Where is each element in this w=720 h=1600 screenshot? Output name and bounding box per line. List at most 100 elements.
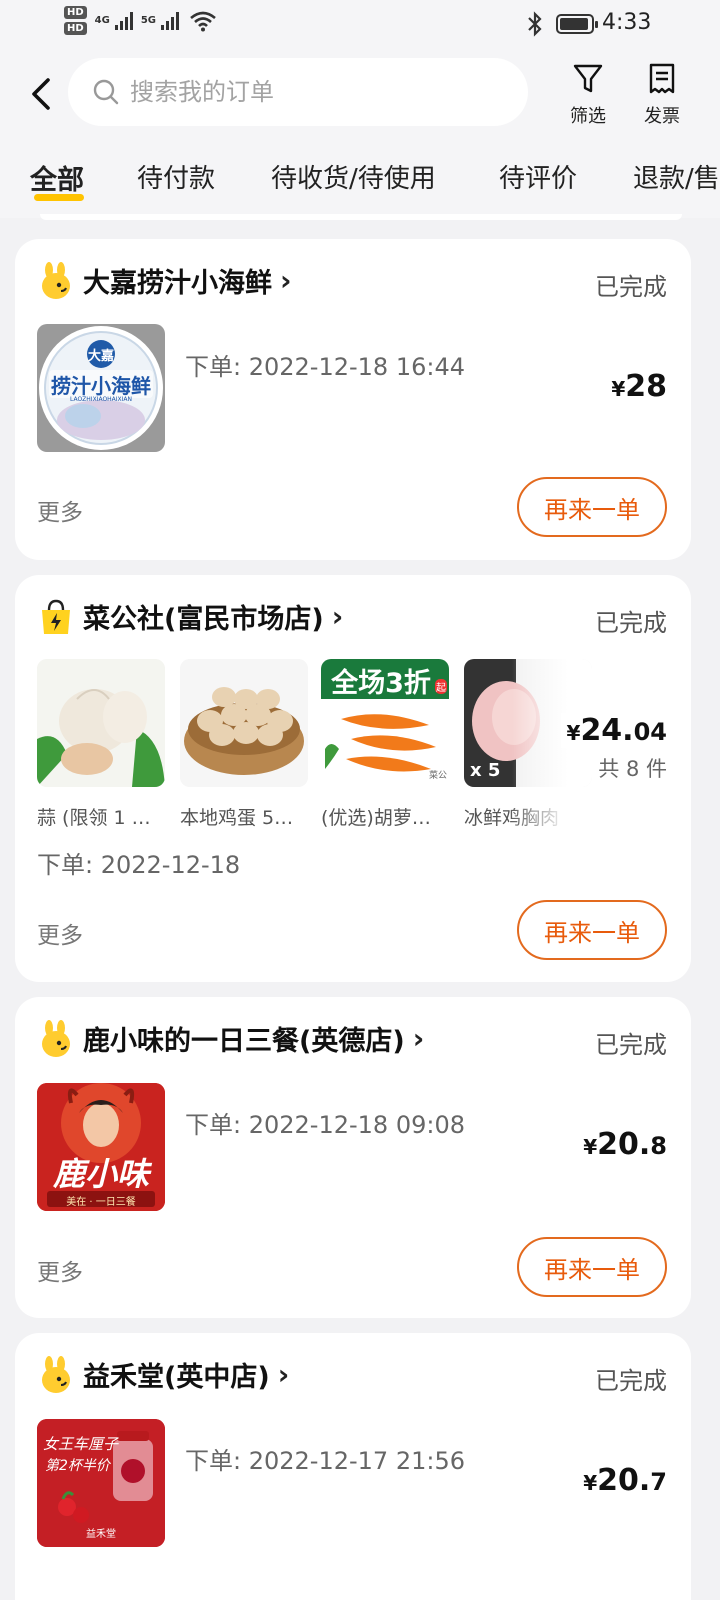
price-integer: 20. xyxy=(597,1127,651,1162)
reorder-button[interactable]: 再来一单 xyxy=(517,900,667,960)
promo-banner-small: 起 xyxy=(435,679,447,694)
order-price: ¥20.8 xyxy=(583,1127,667,1162)
promo-tag: 菜公 xyxy=(428,771,447,781)
product-name: 蒜 (限领 1 … xyxy=(37,807,151,829)
tabs-divider xyxy=(40,214,682,220)
order-time: 下单: 2022-12-17 21:56 xyxy=(185,1447,465,1475)
chevron-right-icon: › xyxy=(412,1022,425,1055)
hd-badge: HD xyxy=(64,6,87,19)
shopping-bag-icon xyxy=(42,599,70,634)
product-image-carrot: 全场3折 起 菜公 xyxy=(321,659,449,787)
more-link[interactable]: 更多 xyxy=(37,916,83,950)
search-bar[interactable] xyxy=(68,58,528,126)
shop-logo-image: 鹿小味 美在 · 一日三餐 xyxy=(37,1083,165,1211)
logo-text-sub: LAOZHIXIAOHAIXIAN xyxy=(69,396,133,403)
product-name: (优选)胡萝… xyxy=(321,807,431,829)
price-decimal: 8 xyxy=(650,1132,667,1160)
shop-link[interactable]: 菜公社(富民市场店) › xyxy=(37,597,343,636)
meituan-kangaroo-icon xyxy=(42,1355,70,1393)
order-time: 下单: 2022-12-18 09:08 xyxy=(185,1111,465,1139)
more-link[interactable]: 更多 xyxy=(37,493,83,527)
filter-button[interactable]: 筛选 xyxy=(558,62,618,127)
tab-pending-receipt[interactable]: 待收货/待使用 xyxy=(271,158,436,195)
chevron-right-icon: › xyxy=(280,264,292,297)
logo-text-main: 捞汁小海鲜 xyxy=(51,374,151,398)
order-status: 已完成 xyxy=(595,273,667,301)
price-currency: ¥ xyxy=(566,721,581,745)
shop-name: 菜公社(富民市场店) xyxy=(83,604,324,635)
filter-label: 筛选 xyxy=(570,106,606,127)
price-integer: 24. xyxy=(580,713,634,748)
product-image-garlic xyxy=(37,659,165,787)
order-price: ¥28 xyxy=(611,369,667,404)
wifi-icon xyxy=(190,11,216,31)
tab-refund[interactable]: 退款/售后 xyxy=(633,158,720,195)
order-card[interactable]: 益禾堂(英中店) › 已完成 女王车厘子 第2杯半价 益禾堂 下单: 2022-… xyxy=(15,1333,691,1600)
order-price: ¥24.04 xyxy=(560,713,667,748)
tab-pending-review[interactable]: 待评价 xyxy=(499,158,577,195)
order-time: 下单: 2022-12-18 xyxy=(37,851,241,879)
logo-text-main: 鹿小味 xyxy=(52,1155,149,1193)
order-card[interactable]: 鹿小味的一日三餐(英德店) › 已完成 鹿小味 美在 · 一日三餐 下单: 20… xyxy=(15,997,691,1318)
signal-icon xyxy=(114,11,133,30)
price-currency: ¥ xyxy=(583,1471,598,1495)
battery-icon xyxy=(556,14,598,34)
invoice-label: 发票 xyxy=(644,106,680,127)
shop-link[interactable]: 大嘉捞汁小海鲜 › xyxy=(37,261,292,300)
shop-logo-image: 女王车厘子 第2杯半价 益禾堂 xyxy=(37,1419,165,1547)
product-item[interactable]: 本地鸡蛋 5… xyxy=(180,659,308,830)
item-count: 共 8 件 xyxy=(598,757,667,781)
price-integer: 20. xyxy=(597,1463,651,1498)
price-currency: ¥ xyxy=(583,1135,598,1159)
tab-all[interactable]: 全部 xyxy=(30,158,84,197)
product-item[interactable]: 全场3折 起 菜公 (优选)胡萝… xyxy=(321,659,449,830)
filter-icon xyxy=(573,64,603,93)
logo-text-sub: 第2杯半价 xyxy=(45,1458,110,1474)
status-bar: HD HD 4G 5G 4:33 xyxy=(0,0,720,48)
meituan-kangaroo-icon xyxy=(42,1019,70,1057)
shop-name: 鹿小味的一日三餐(英德店) xyxy=(83,1026,405,1057)
product-name: 冰鲜鸡胸肉 xyxy=(464,807,560,829)
logo-text-top: 大嘉 xyxy=(87,349,114,364)
hd-badge: HD xyxy=(64,22,87,35)
clock: 4:33 xyxy=(602,10,652,35)
shop-name: 益禾堂(英中店) xyxy=(83,1362,270,1393)
shop-logo-image: 大嘉 捞汁小海鲜 LAOZHIXIAOHAIXIAN xyxy=(37,324,165,452)
shop-link[interactable]: 鹿小味的一日三餐(英德店) › xyxy=(37,1019,424,1058)
product-image-eggs xyxy=(180,659,308,787)
order-status: 已完成 xyxy=(595,1031,667,1059)
order-card[interactable]: 菜公社(富民市场店) › 已完成 蒜 (限领 1 … 本地鸡蛋 5… 全场3折 … xyxy=(15,575,691,982)
meituan-kangaroo-icon xyxy=(42,261,70,299)
signal-icon xyxy=(161,11,180,30)
search-input[interactable] xyxy=(130,78,510,106)
tab-pending-payment[interactable]: 待付款 xyxy=(137,158,215,195)
invoice-button[interactable]: 发票 xyxy=(632,62,692,127)
header: 筛选 发票 xyxy=(0,48,720,138)
price-decimal: 7 xyxy=(650,1468,667,1496)
chevron-right-icon: › xyxy=(331,600,344,633)
logo-text-sub: 美在 · 一日三餐 xyxy=(66,1197,136,1208)
order-status: 已完成 xyxy=(595,609,667,637)
back-arrow-icon[interactable] xyxy=(24,72,60,116)
network-type: 5G xyxy=(140,15,157,26)
product-name: 本地鸡蛋 5… xyxy=(180,807,294,829)
reorder-button[interactable]: 再来一单 xyxy=(517,477,667,537)
shop-link[interactable]: 益禾堂(英中店) › xyxy=(37,1355,289,1394)
order-card[interactable]: 大嘉捞汁小海鲜 › 已完成 大嘉 捞汁小海鲜 LAOZHIXIAOHAIXIAN… xyxy=(15,239,691,560)
bluetooth-icon xyxy=(528,11,542,37)
more-link[interactable]: 更多 xyxy=(37,1253,83,1287)
active-tab-indicator xyxy=(34,194,84,201)
reorder-button[interactable]: 再来一单 xyxy=(517,1237,667,1297)
order-time: 下单: 2022-12-18 16:44 xyxy=(185,353,465,381)
order-status: 已完成 xyxy=(595,1367,667,1395)
search-icon xyxy=(93,79,119,105)
promo-banner: 全场3折 xyxy=(331,668,431,699)
price-integer: 28 xyxy=(625,369,667,404)
invoice-icon xyxy=(649,63,675,94)
chevron-right-icon: › xyxy=(277,1358,290,1391)
quantity-badge: x 5 xyxy=(470,760,501,781)
price-currency: ¥ xyxy=(611,377,626,401)
network-type: 4G xyxy=(94,15,110,26)
product-item[interactable]: 蒜 (限领 1 … xyxy=(37,659,165,830)
shop-name: 大嘉捞汁小海鲜 xyxy=(83,268,272,299)
